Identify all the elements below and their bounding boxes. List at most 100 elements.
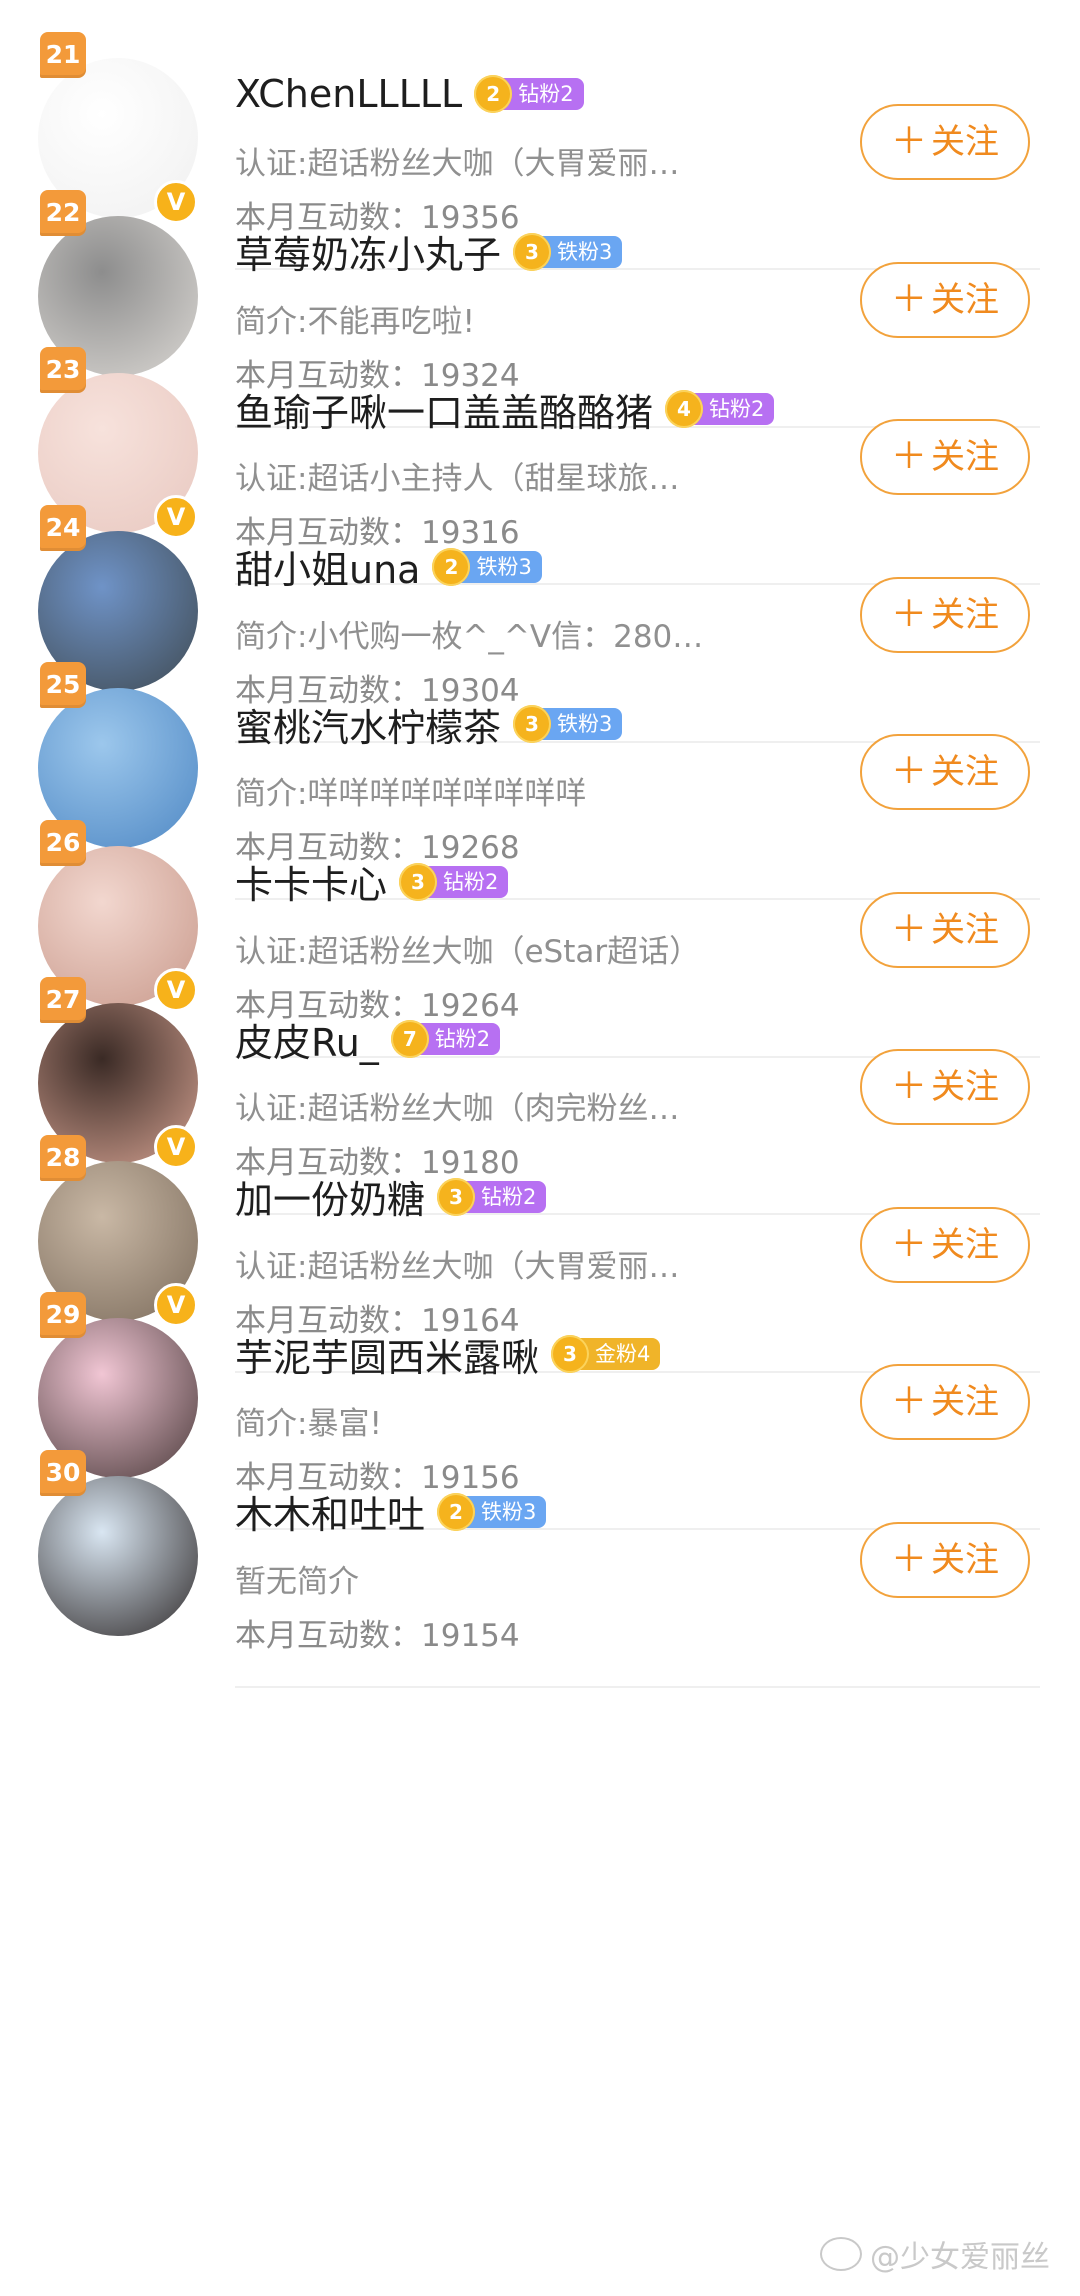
follow-label: 关注	[931, 1067, 999, 1107]
crown-icon: 3	[513, 705, 552, 743]
user-name[interactable]: 甜小姐una	[235, 539, 420, 594]
follow-button[interactable]: ＋关注	[860, 891, 1030, 968]
follow-button[interactable]: ＋关注	[860, 1206, 1030, 1283]
user-name[interactable]: 蜜桃汽水柠檬茶	[235, 697, 501, 752]
user-name[interactable]: 皮皮Ru_	[235, 1012, 379, 1067]
user-name[interactable]: 木木和吐吐	[235, 1484, 425, 1539]
user-name[interactable]: 卡卡卡心	[235, 854, 387, 909]
follow-label: 关注	[931, 752, 999, 792]
plus-icon: ＋	[890, 1381, 927, 1422]
follow-label: 关注	[931, 1539, 999, 1580]
user-name[interactable]: 加一份奶糖	[235, 1169, 425, 1224]
follow-button[interactable]: ＋关注	[860, 261, 1030, 338]
avatar[interactable]	[38, 1475, 198, 1636]
follow-label: 关注	[931, 909, 999, 950]
crown-icon: 2	[474, 75, 513, 113]
name-line: 草莓奶冻小丸子 3 铁粉3	[235, 224, 623, 279]
user-description: 认证:超话粉丝大咖（大胃爱丽…	[235, 1248, 680, 1285]
plus-icon: ＋	[890, 278, 927, 320]
fan-badge: 3 钻粉2	[399, 862, 509, 901]
crown-icon: 4	[665, 390, 704, 428]
fan-badge: 4 钻粉2	[665, 390, 775, 428]
user-name[interactable]: 鱼瑜子啾一口盖盖酪酪猪	[235, 382, 653, 437]
watermark-text: @少女爱丽丝	[870, 2240, 1050, 2275]
user-name[interactable]: 芋泥芋圆西米露啾	[235, 1327, 539, 1382]
follow-label: 关注	[931, 1382, 999, 1422]
fan-badge-label: 金粉4	[579, 1338, 661, 1370]
user-name[interactable]: 草莓奶冻小丸子	[235, 224, 501, 279]
crown-icon: 3	[437, 1177, 476, 1216]
follow-label: 关注	[931, 279, 999, 320]
plus-icon: ＋	[890, 751, 927, 792]
user-description: 简介:咩咩咩咩咩咩咩咩咩	[235, 776, 587, 812]
follow-label: 关注	[931, 122, 999, 162]
user-description: 认证:超话粉丝大咖（eStar超话）	[235, 933, 701, 970]
name-line: 皮皮Ru_ 7 钻粉2	[235, 1012, 501, 1067]
list-item[interactable]: 30 V 木木和吐吐 2 铁粉3 暂无简介 本月互动数：19154 ＋关注	[0, 1449, 1080, 1688]
rank-badge: 23	[40, 347, 86, 393]
name-line: XChenLLLLL 2 钻粉2	[235, 68, 584, 120]
fan-badge-label: 铁粉3	[541, 235, 623, 268]
name-line: 鱼瑜子啾一口盖盖酪酪猪 4 钻粉2	[235, 382, 775, 437]
crown-icon: 3	[399, 862, 438, 901]
fan-badge-label: 钻粉2	[427, 865, 509, 898]
user-description: 认证:超话粉丝大咖（肉完粉丝…	[235, 1091, 680, 1127]
plus-icon: ＋	[890, 908, 927, 950]
name-line: 蜜桃汽水柠檬茶 3 铁粉3	[235, 697, 623, 752]
fan-badge-label: 钻粉2	[418, 1023, 501, 1055]
plus-icon: ＋	[890, 121, 927, 162]
fan-badge: 3 铁粉3	[513, 705, 623, 743]
plus-icon: ＋	[890, 1538, 927, 1580]
rank-badge: 26	[40, 819, 86, 866]
rank-badge: 30	[40, 1449, 86, 1496]
follow-button[interactable]: ＋关注	[860, 576, 1030, 653]
user-description: 简介:不能再吃啦!	[235, 303, 475, 340]
fan-badge: 3 钻粉2	[437, 1177, 547, 1216]
fan-badge-label: 钻粉2	[693, 393, 775, 425]
fan-badge: 2 铁粉3	[432, 547, 542, 586]
name-line: 卡卡卡心 3 钻粉2	[235, 854, 509, 909]
plus-icon: ＋	[890, 593, 927, 635]
monthly-interaction-count: 本月互动数：19154	[235, 1617, 520, 1654]
follow-button[interactable]: ＋关注	[860, 1521, 1030, 1598]
divider	[235, 1685, 1040, 1688]
crown-icon: 2	[432, 547, 471, 586]
crown-icon: 7	[390, 1020, 429, 1058]
fan-badge: 7 钻粉2	[390, 1020, 501, 1058]
user-description: 认证:超话小主持人（甜星球旅…	[235, 461, 680, 497]
follow-button[interactable]: ＋关注	[860, 104, 1030, 180]
weibo-icon	[820, 2237, 862, 2271]
rank-badge: 24	[40, 504, 86, 551]
follow-label: 关注	[931, 594, 999, 635]
fan-badge: 3 金粉4	[551, 1335, 661, 1373]
crown-icon: 2	[437, 1492, 476, 1531]
follow-button[interactable]: ＋关注	[860, 734, 1030, 810]
follow-label: 关注	[931, 1224, 999, 1265]
fan-badge: 2 铁粉3	[437, 1492, 547, 1531]
fan-badge: 2 钻粉2	[474, 75, 584, 113]
user-description: 认证:超话粉丝大咖（大胃爱丽…	[235, 146, 680, 182]
rank-badge: 28	[40, 1134, 86, 1181]
user-description: 简介:暴富!	[235, 1406, 382, 1442]
rank-badge: 22	[40, 189, 86, 236]
fan-badge-label: 铁粉3	[460, 550, 542, 583]
follow-button[interactable]: ＋关注	[860, 419, 1030, 495]
rank-badge: 21	[40, 32, 86, 78]
rank-badge: 29	[40, 1292, 86, 1338]
rank-badge: 27	[40, 977, 86, 1023]
fan-badge-label: 钻粉2	[502, 78, 584, 110]
watermark: @少女爱丽丝	[820, 2232, 1050, 2276]
follow-label: 关注	[931, 437, 999, 477]
fan-badge-label: 钻粉2	[465, 1180, 547, 1213]
name-line: 加一份奶糖 3 钻粉2	[235, 1169, 547, 1224]
follow-button[interactable]: ＋关注	[860, 1364, 1030, 1440]
rank-badge: 25	[40, 662, 86, 708]
crown-icon: 3	[513, 232, 552, 271]
plus-icon: ＋	[890, 1223, 927, 1265]
user-description: 暂无简介	[235, 1563, 359, 1600]
user-name[interactable]: XChenLLLLL	[235, 72, 462, 116]
user-description: 简介:小代购一枚^_^V信：280…	[235, 618, 704, 655]
follow-button[interactable]: ＋关注	[860, 1049, 1030, 1125]
name-line: 芋泥芋圆西米露啾 3 金粉4	[235, 1327, 661, 1382]
fan-badge-label: 铁粉3	[465, 1495, 547, 1528]
